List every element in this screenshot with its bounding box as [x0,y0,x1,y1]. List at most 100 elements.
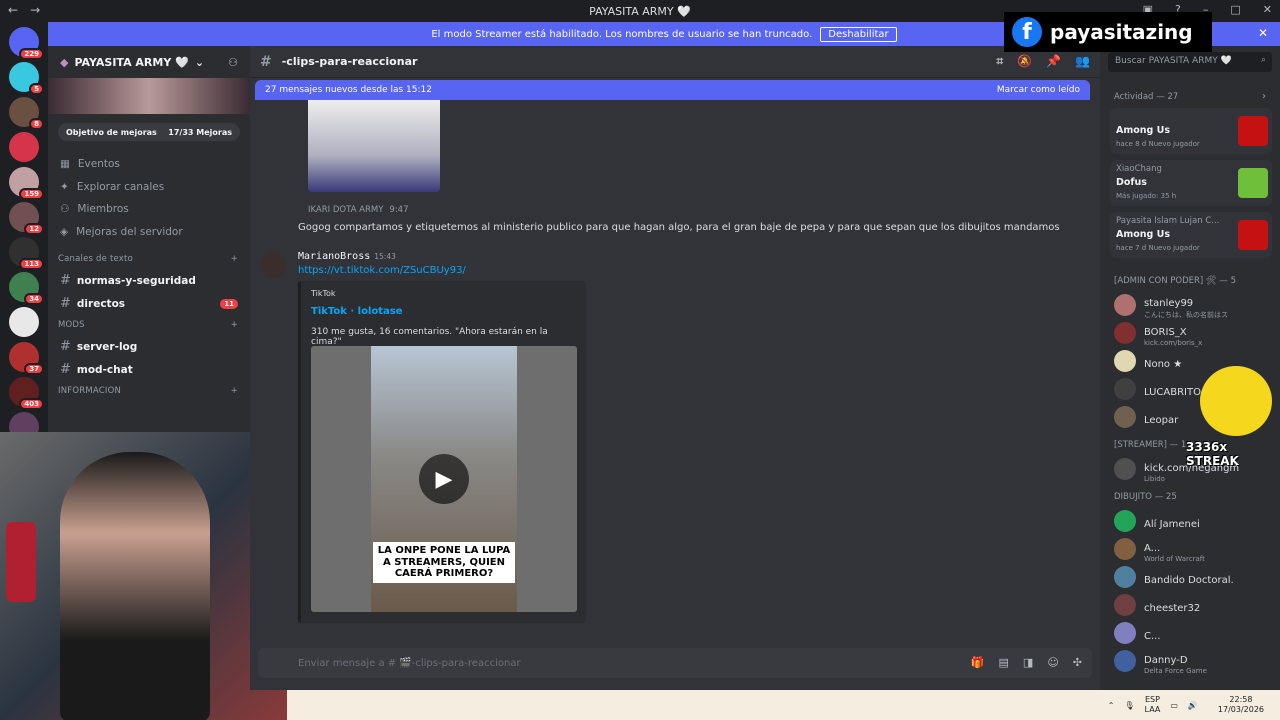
plus-icon[interactable]: + [231,254,238,264]
channel-item[interactable]: # server-log [48,335,250,358]
maximize-button[interactable]: □ [1230,3,1240,16]
guild-header[interactable]: ◆ PAYASITA ARMY 🤍 ⌄ ⚇ [48,46,250,78]
channel-category[interactable]: INFORMACION + [48,381,250,401]
webcam-overlay [0,432,287,720]
member-item[interactable]: stanley99 こんにちは、私の名前はス [1114,292,1228,319]
members-icon[interactable]: 👥 [1075,54,1090,69]
member-item[interactable]: Bandido Doctoral. [1114,564,1234,590]
embed-description: 310 me gusta, 16 comentarios. "Ahora est… [311,327,548,347]
reply-reference[interactable]: IKARI DOTA ARMY 9:47 [308,205,409,215]
server-icon[interactable]: 229 [9,27,44,60]
emoji-icon[interactable]: ☺ [1047,656,1058,669]
avatar[interactable] [1114,406,1136,428]
author-name[interactable]: MarianoBross [298,251,370,262]
channel-item[interactable]: # directos 11 [48,292,250,315]
nav-item[interactable]: ✦ Explorar canales [48,176,250,199]
activity-card[interactable]: XiaoChang Dofus Más jugado: 35 h [1110,160,1272,206]
mark-read-button[interactable]: Marcar como leído [997,85,1080,95]
activity-user: Payasita Islam Lujan C... [1116,216,1220,226]
chevron-up-icon[interactable]: ⌃ [1108,701,1115,710]
server-icon[interactable]: 403 [9,377,44,410]
apps-icon[interactable]: ✣ [1073,656,1082,669]
back-arrow-icon[interactable]: ← [8,3,18,17]
server-icon[interactable]: 34 [9,272,44,305]
gif-icon[interactable]: ▤ [999,656,1009,669]
message-link[interactable]: https://vt.tiktok.com/ZSuCBUy93/ [298,265,466,276]
avatar[interactable] [260,252,286,278]
server-badge: 34 [24,293,44,305]
mic-icon[interactable]: 🎙 [1124,701,1134,710]
activity-card[interactable]: Payasita Islam Lujan C... Among Us hace 7 … [1110,212,1272,258]
embed-title[interactable]: TikTok · lolotase [311,306,576,317]
network-icon[interactable]: ▭ [1170,701,1178,710]
members-icon: ⚇ [60,203,70,216]
member-item[interactable]: A... World of Warcraft [1114,536,1205,563]
chevron-right-icon[interactable]: › [1262,91,1266,102]
embed-provider: TikTok [311,289,336,298]
avatar[interactable] [1114,594,1136,616]
server-icon[interactable]: 159 [9,167,44,200]
channel-category[interactable]: MODS + [48,315,250,335]
threads-icon[interactable]: ⌗ [996,54,1003,69]
clock[interactable]: 22:58 17/03/2026 [1218,695,1264,715]
server-icon[interactable] [9,307,39,337]
member-item[interactable]: BORIS_X kick.com/boris_x [1114,320,1202,347]
channel-category[interactable]: Canales de texto + [48,249,250,269]
avatar[interactable] [1114,458,1136,480]
avatar[interactable] [1114,566,1136,588]
calendar-icon: ▦ [60,158,70,171]
avatar[interactable] [1114,538,1136,560]
member-item[interactable]: Leopar [1114,404,1178,430]
avatar[interactable] [1114,650,1136,672]
activity-card[interactable]: Among Us hace 8 d Nuevo jugador [1110,108,1272,154]
message-author[interactable]: MarianoBross 15:43 [298,251,396,262]
disable-streamer-button[interactable]: Deshabilitar [820,26,897,42]
channel-item[interactable]: # mod-chat [48,358,250,381]
search-icon: ⌕ [1260,55,1266,65]
server-icon[interactable]: 37 [9,342,44,375]
play-icon[interactable]: ▶ [419,454,469,504]
avatar[interactable] [1114,350,1136,372]
sticker-icon[interactable]: ◨ [1023,656,1033,669]
server-icon[interactable]: 113 [9,237,44,270]
avatar[interactable] [1114,510,1136,532]
nav-item[interactable]: ◈ Mejoras del servidor [48,221,250,244]
channel-item[interactable]: # normas-y-seguridad [48,269,250,292]
member-item[interactable]: C... [1114,620,1161,646]
avatar[interactable] [1114,378,1136,400]
server-icon[interactable] [9,132,39,162]
language-indicator[interactable]: ESP LAA [1145,695,1161,714]
close-icon[interactable]: ✕ [1258,26,1268,40]
member-info: Danny-D Delta Force Game [1144,648,1207,675]
embed-video[interactable]: ▶ LA ONPE PONE LA LUPA A STREAMERS, QUIE… [311,346,577,612]
previous-embed-thumbnail[interactable] [308,100,440,192]
streak-overlay: 3336x STREAK [1186,366,1280,468]
server-icon[interactable]: 12 [9,202,44,235]
plus-icon[interactable]: + [231,320,238,330]
member-item[interactable]: Nono ★ [1114,348,1182,374]
avatar[interactable] [1114,294,1136,316]
search-input[interactable]: Buscar PAYASITA ARMY 🤍 ⌕ [1108,52,1272,72]
member-item[interactable]: cheester32 [1114,592,1200,618]
mute-icon[interactable]: 🔕 [1017,54,1032,69]
new-messages-bar[interactable]: 27 mensajes nuevos desde las 15:12 Marca… [255,80,1090,100]
member-item[interactable]: Alí Jamenei [1114,508,1200,534]
volume-icon[interactable]: 🔊 [1188,701,1198,710]
nav-item[interactable]: ⚇ Miembros [48,198,250,221]
server-icon[interactable]: 5 [9,62,44,95]
close-button[interactable]: ✕ [1263,3,1272,16]
gift-icon[interactable]: 🎁 [971,656,985,669]
avatar[interactable] [1114,322,1136,344]
pin-icon[interactable]: 📌 [1046,54,1061,69]
add-member-icon[interactable]: ⚇ [228,56,238,69]
plus-icon[interactable]: + [231,386,238,396]
forward-arrow-icon[interactable]: → [30,3,40,17]
member-item[interactable]: Danny-D Delta Force Game [1114,648,1207,675]
server-icon[interactable]: 8 [9,97,44,130]
nav-arrows[interactable]: ← → [8,3,40,17]
avatar[interactable] [1114,622,1136,644]
message-input[interactable]: Enviar mensaje a # 🎬-clips-para-reaccion… [258,648,1092,678]
boost-goal[interactable]: Objetivo de mejoras 17/33 Mejoras [58,123,240,141]
reply-author[interactable]: IKARI DOTA ARMY [308,205,383,215]
nav-item[interactable]: ▦ Eventos [48,153,250,176]
